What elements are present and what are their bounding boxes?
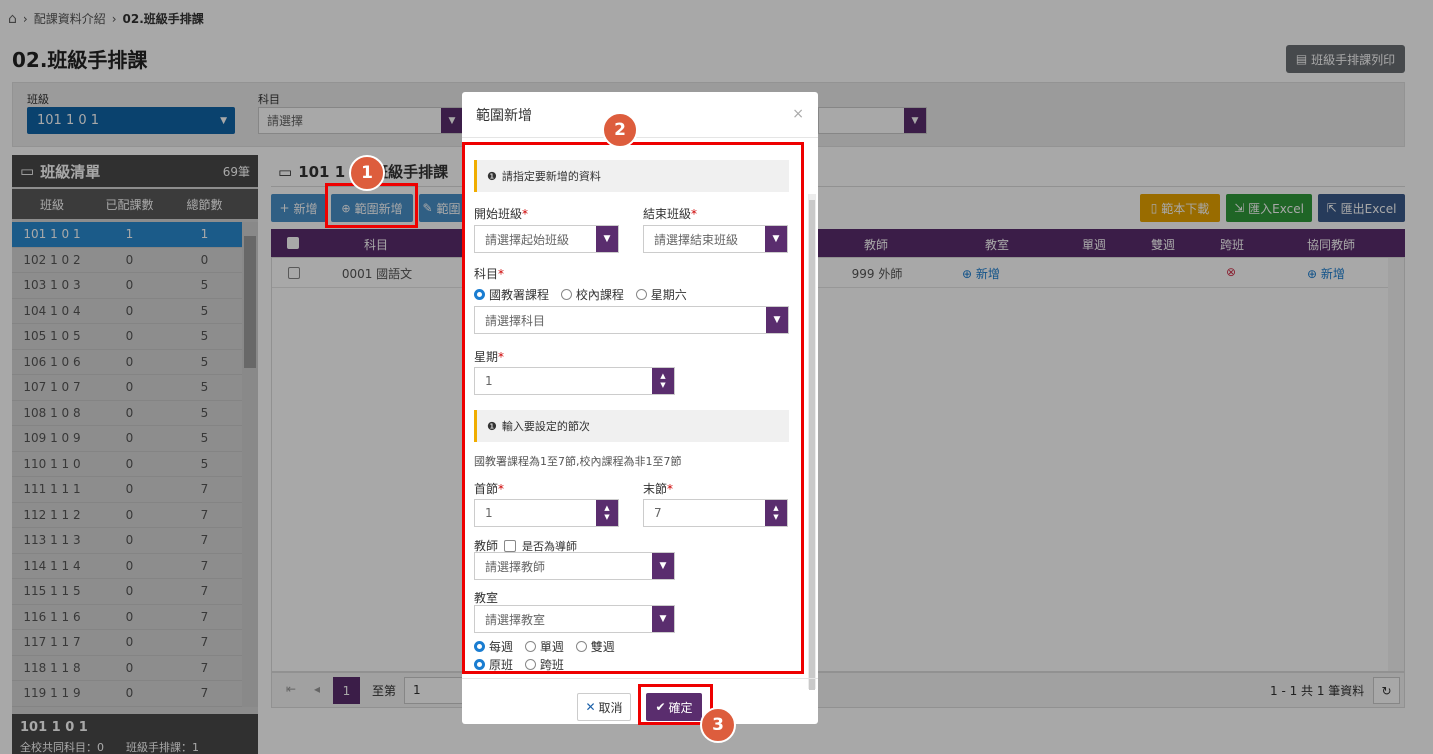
dialog-scrollbar-thumb[interactable] bbox=[809, 200, 815, 690]
callout-badge: 3 bbox=[700, 707, 736, 743]
cancel-button[interactable]: ✕ 取消 bbox=[577, 693, 631, 721]
page: ⌂ › 配課資料介紹 › 02.班級手排課 02.班級手排課 ▤ 班級手排課列印… bbox=[0, 0, 1433, 754]
close-icon: ✕ bbox=[585, 700, 596, 714]
highlight-form bbox=[462, 142, 804, 674]
cancel-label: 取消 bbox=[598, 700, 623, 715]
callout-badge: 1 bbox=[349, 155, 385, 191]
callout-badge: 2 bbox=[602, 112, 638, 148]
close-icon[interactable]: × bbox=[792, 106, 804, 122]
dialog-header: 範圍新增 bbox=[462, 92, 818, 138]
dialog-title: 範圍新增 bbox=[476, 107, 532, 124]
